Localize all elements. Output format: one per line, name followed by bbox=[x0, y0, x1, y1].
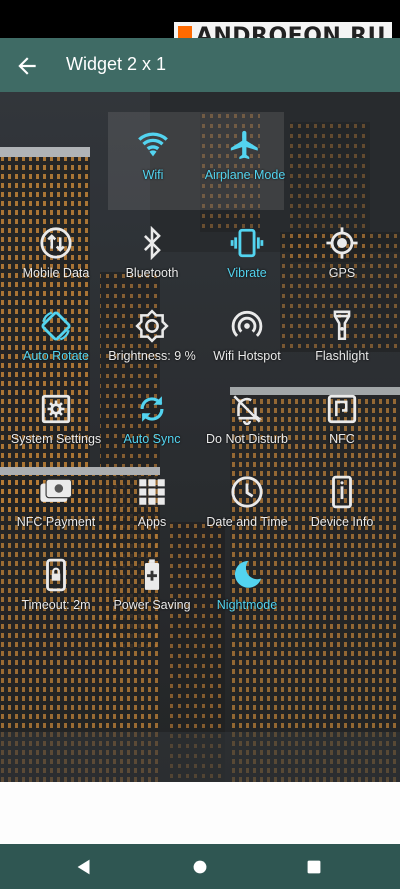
tile-label: Device Info bbox=[310, 515, 374, 529]
nav-home-icon[interactable] bbox=[189, 856, 211, 878]
payment-icon bbox=[40, 478, 73, 502]
tile-flashlight[interactable]: Flashlight bbox=[296, 309, 388, 364]
tile-mobile-data[interactable]: Mobile Data bbox=[10, 226, 102, 281]
tile-auto-rotate[interactable]: Auto Rotate bbox=[10, 309, 102, 364]
tile-label: Wifi Hotspot bbox=[213, 349, 281, 363]
tile-label: Apps bbox=[137, 515, 167, 529]
tile-label: Timeout: 2m bbox=[21, 598, 91, 612]
tile-label: System Settings bbox=[10, 432, 102, 446]
tile-wifi[interactable]: Wifi bbox=[107, 128, 199, 183]
tile-nfc[interactable]: NFC bbox=[296, 392, 388, 447]
tile-system-settings[interactable]: System Settings bbox=[10, 392, 102, 447]
tile-label: Brightness: 9 % bbox=[108, 349, 196, 363]
tile-label: Vibrate bbox=[227, 266, 267, 280]
wifi-icon bbox=[138, 132, 168, 157]
tile-label: Date and Time bbox=[206, 515, 288, 529]
tile-apps[interactable]: Apps bbox=[106, 475, 198, 530]
battery-icon bbox=[144, 559, 160, 590]
tile-power-saving[interactable]: Power Saving bbox=[106, 558, 198, 613]
auto-rotate-icon bbox=[41, 311, 71, 341]
hotspot-icon bbox=[231, 310, 263, 337]
tile-label: Auto Rotate bbox=[22, 349, 89, 363]
tile-label: Do Not Disturb bbox=[206, 432, 288, 446]
timeout-icon bbox=[46, 558, 66, 592]
nav-recents-icon[interactable] bbox=[303, 856, 325, 878]
flashlight-icon bbox=[333, 310, 351, 341]
tile-brightness[interactable]: Brightness: 9 % bbox=[106, 309, 198, 364]
vibrate-icon bbox=[230, 228, 264, 258]
tile-label: GPS bbox=[328, 266, 356, 280]
mobile-data-icon bbox=[40, 227, 72, 259]
tile-label: Mobile Data bbox=[22, 266, 90, 280]
tile-gps[interactable]: GPS bbox=[296, 226, 388, 281]
tile-bluetooth[interactable]: Bluetooth bbox=[106, 226, 198, 281]
tile-label: Auto Sync bbox=[123, 432, 181, 446]
tile-label: Nightmode bbox=[216, 598, 278, 612]
settings-icon bbox=[41, 394, 71, 424]
info-icon bbox=[332, 475, 352, 509]
tile-auto-sync[interactable]: Auto Sync bbox=[106, 392, 198, 447]
tile-vibrate[interactable]: Vibrate bbox=[201, 226, 293, 281]
gps-icon bbox=[326, 227, 358, 259]
moon-icon bbox=[234, 560, 262, 588]
tile-label: Flashlight bbox=[315, 349, 369, 363]
tile-airplane-mode[interactable]: Airplane Mode bbox=[199, 128, 291, 183]
system-nav-bar bbox=[0, 844, 400, 889]
tile-label: Bluetooth bbox=[125, 266, 179, 280]
tile-device-info[interactable]: Device Info bbox=[296, 475, 388, 530]
tile-label: NFC Payment bbox=[16, 515, 96, 529]
bottom-blank-area bbox=[0, 782, 400, 844]
nfc-icon bbox=[327, 394, 357, 424]
tile-label: Airplane Mode bbox=[204, 168, 286, 182]
tile-label: Wifi bbox=[142, 168, 164, 182]
dnd-icon bbox=[233, 395, 263, 426]
app-bar: Widget 2 x 1 bbox=[0, 38, 400, 92]
clock-icon bbox=[231, 476, 263, 508]
back-arrow-icon[interactable] bbox=[14, 53, 40, 79]
tile-label: NFC bbox=[329, 432, 355, 446]
sync-icon bbox=[140, 396, 164, 422]
tile-wifi-hotspot[interactable]: Wifi Hotspot bbox=[201, 309, 293, 364]
tile-label: Power Saving bbox=[113, 598, 191, 612]
tile-nightmode[interactable]: Nightmode bbox=[201, 558, 293, 613]
bluetooth-icon bbox=[144, 226, 161, 260]
tile-nfc-payment[interactable]: NFC Payment bbox=[10, 475, 102, 530]
brightness-icon bbox=[135, 309, 169, 343]
page-title: Widget 2 x 1 bbox=[66, 54, 167, 74]
tile-date-and-time[interactable]: Date and Time bbox=[201, 475, 293, 530]
nav-back-icon[interactable] bbox=[73, 856, 95, 878]
tile-do-not-disturb[interactable]: Do Not Disturb bbox=[201, 392, 293, 447]
tile-timeout[interactable]: Timeout: 2m bbox=[10, 558, 102, 613]
airplane-icon bbox=[230, 130, 258, 160]
apps-icon bbox=[139, 479, 165, 505]
